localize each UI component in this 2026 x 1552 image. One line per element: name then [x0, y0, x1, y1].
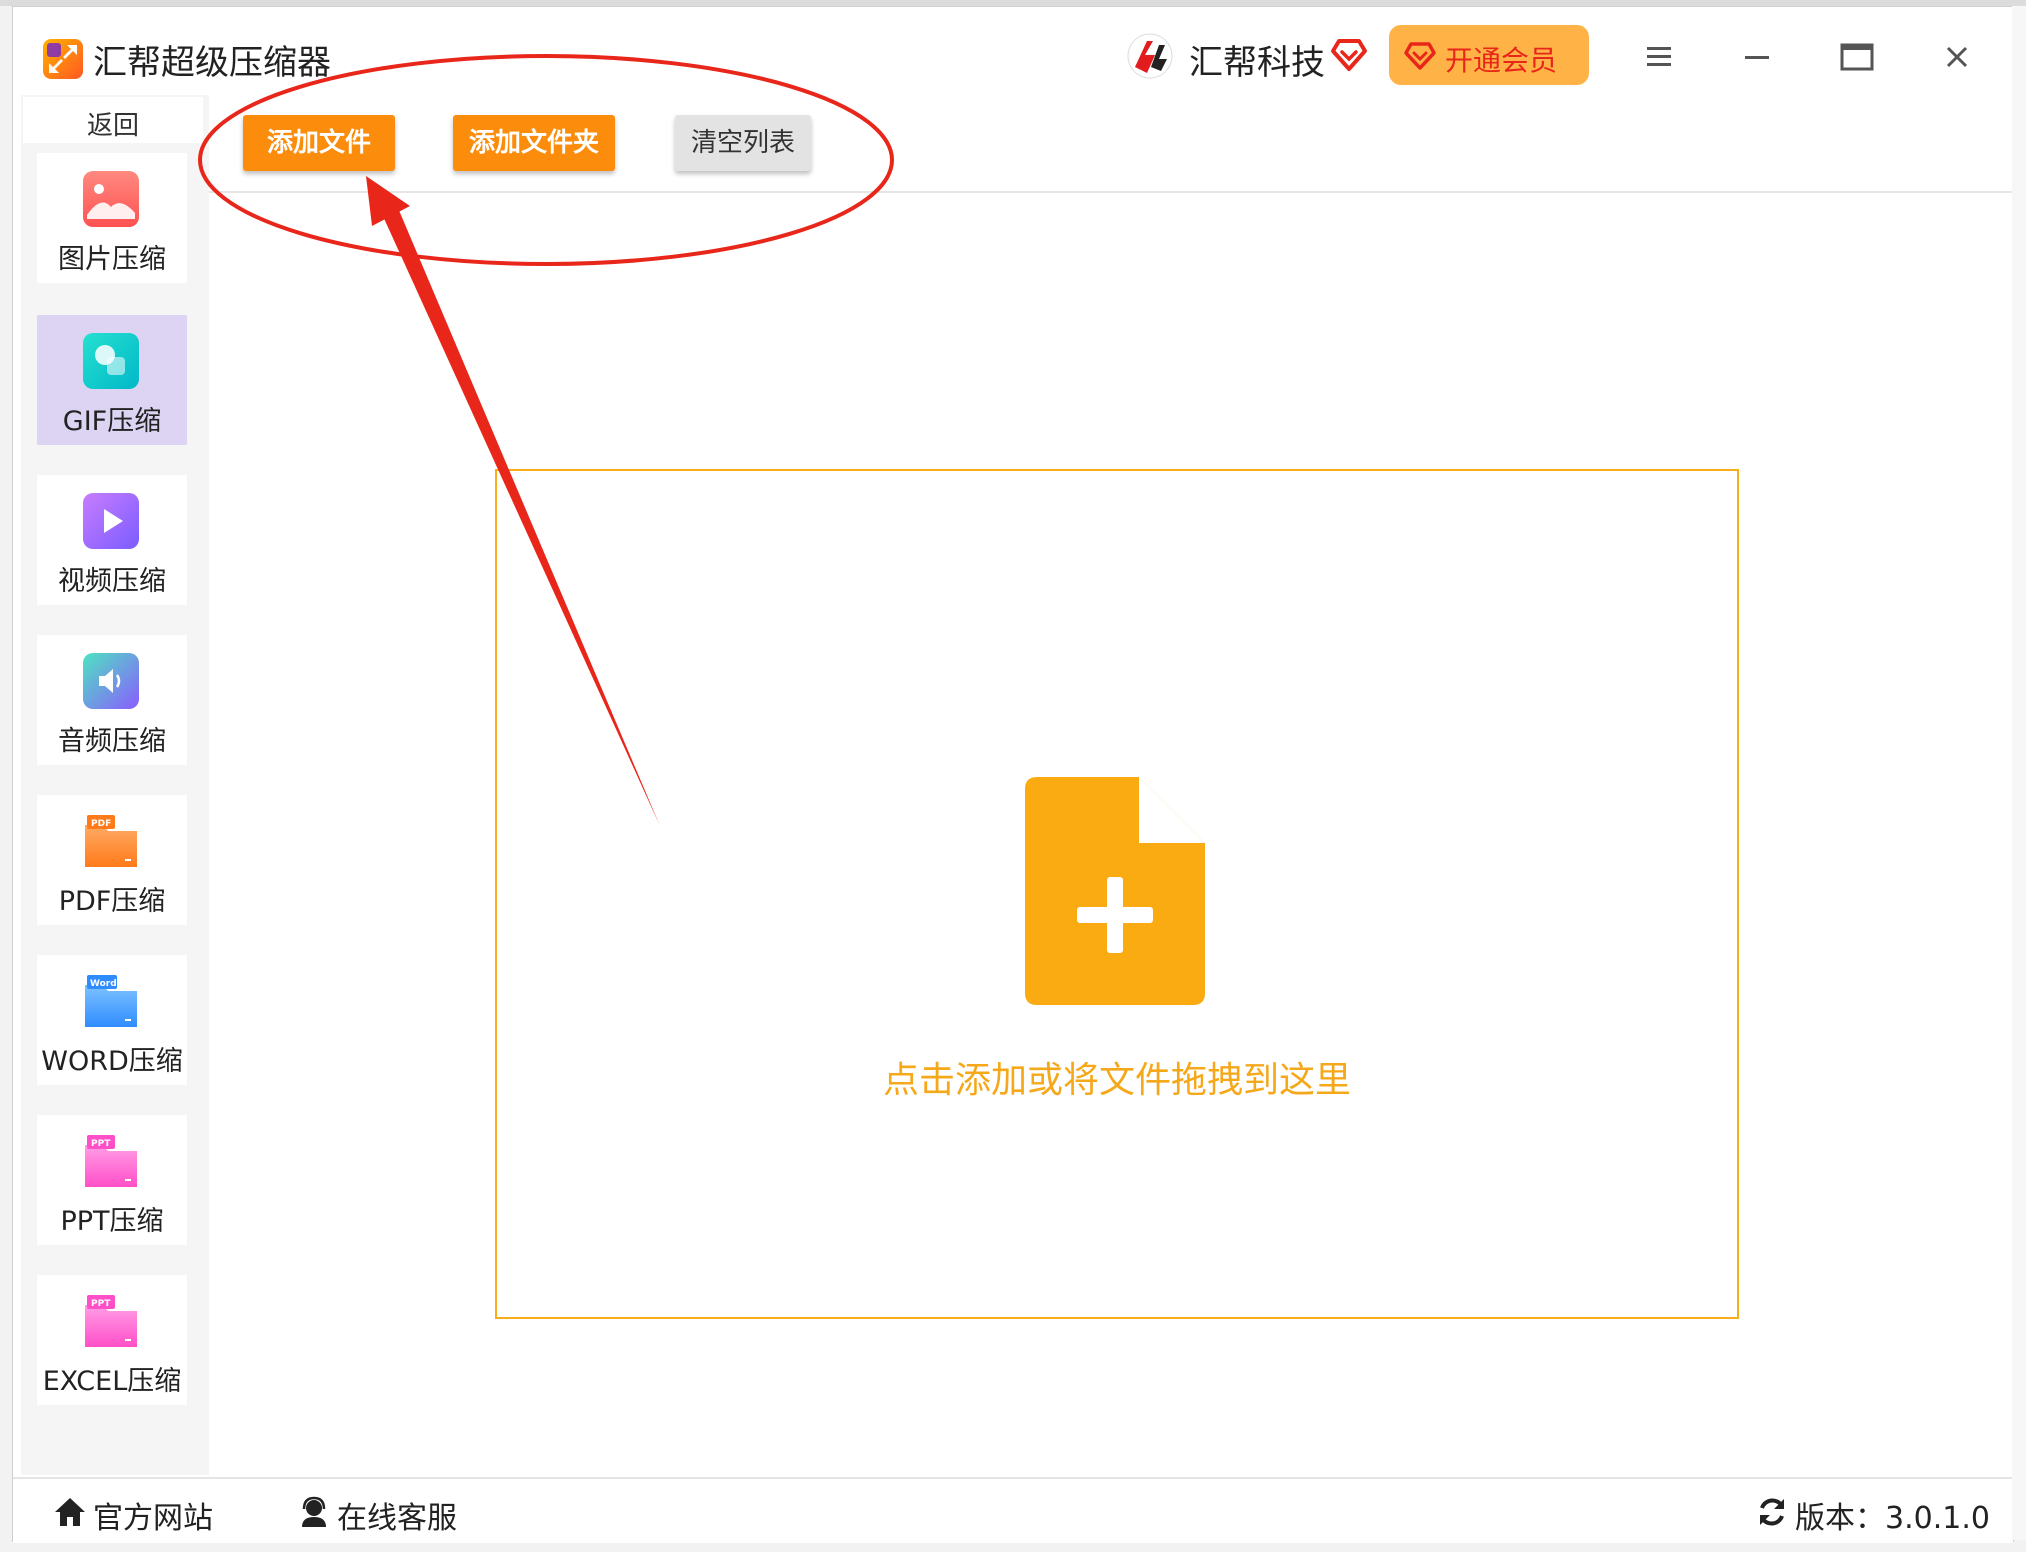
sidebar-item-word[interactable]: Word WORD压缩 [37, 955, 187, 1085]
maximize-icon[interactable] [1837, 37, 1877, 77]
open-vip-button[interactable]: 开通会员 [1389, 25, 1589, 85]
sidebar-item-label: WORD压缩 [41, 1046, 183, 1077]
sidebar-item-image[interactable]: 图片压缩 [37, 153, 187, 283]
sidebar-item-label: 音频压缩 [58, 726, 166, 757]
sidebar-item-label: PPT压缩 [60, 1206, 164, 1237]
version-label: 版本：3.0.1.0 [1795, 1501, 1990, 1536]
gif-icon [83, 333, 139, 389]
brand-name: 汇帮科技 [1189, 43, 1325, 83]
excel-icon: PPT [85, 1295, 137, 1347]
diamond-heart-icon [1331, 39, 1367, 71]
toolbar-divider [209, 191, 2013, 193]
app-title: 汇帮超级压缩器 [93, 43, 331, 83]
drop-zone[interactable]: 点击添加或将文件拖拽到这里 [495, 469, 1739, 1319]
audio-icon [83, 653, 139, 709]
pdf-badge: PDF [91, 819, 111, 829]
window-right-edge [2012, 6, 2026, 1540]
pdf-icon: PDF [85, 815, 137, 867]
ppt-badge: PPT [91, 1139, 111, 1149]
minimize-icon[interactable] [1737, 37, 1777, 77]
vip-diamond-icon [1404, 42, 1436, 70]
word-icon: Word [85, 975, 137, 1027]
brand-logo-icon [1127, 33, 1173, 79]
sidebar-item-label: PDF压缩 [58, 886, 166, 917]
website-label: 官方网站 [93, 1501, 213, 1536]
image-icon [83, 171, 139, 227]
back-button[interactable]: 返回 [23, 97, 203, 143]
sidebar-item-excel[interactable]: PPT EXCEL压缩 [37, 1275, 187, 1405]
sidebar-item-label: GIF压缩 [62, 406, 162, 437]
vip-label: 开通会员 [1445, 44, 1558, 77]
sidebar-item-gif[interactable]: GIF压缩 [37, 315, 187, 445]
app-logo-icon [43, 39, 83, 79]
menu-icon[interactable] [1639, 37, 1679, 77]
drop-zone-hint: 点击添加或将文件拖拽到这里 [882, 1060, 1351, 1101]
home-icon [55, 1498, 85, 1526]
video-icon [83, 493, 139, 549]
online-support-link[interactable]: 在线客服 [297, 1493, 467, 1536]
clear-list-button[interactable]: 清空列表 [675, 115, 811, 171]
sidebar [21, 95, 209, 1475]
close-icon[interactable] [1937, 37, 1977, 77]
title-bar: 汇帮超级压缩器 汇帮科技 开通会员 [13, 7, 2013, 107]
sidebar-item-audio[interactable]: 音频压缩 [37, 635, 187, 765]
excel-badge: PPT [91, 1299, 111, 1309]
headset-icon [302, 1496, 326, 1527]
official-website-link[interactable]: 官方网站 [53, 1493, 223, 1536]
add-file-button[interactable]: 添加文件 [243, 115, 395, 171]
add-folder-button[interactable]: 添加文件夹 [453, 115, 615, 171]
sidebar-item-pdf[interactable]: PDF PDF压缩 [37, 795, 187, 925]
word-badge: Word [90, 979, 117, 989]
sidebar-item-video[interactable]: 视频压缩 [37, 475, 187, 605]
refresh-icon [1760, 1498, 1784, 1526]
status-bar: 官方网站 在线客服 版本：3.0.1.0 [13, 1477, 2013, 1543]
app-window: 汇帮超级压缩器 汇帮科技 开通会员 返回 图片压缩 GIF压缩 视频压缩 音频压… [12, 6, 2014, 1543]
sidebar-item-label: 图片压缩 [58, 244, 166, 275]
back-label: 返回 [86, 111, 139, 141]
ppt-icon: PPT [85, 1135, 137, 1187]
sidebar-item-label: 视频压缩 [58, 566, 166, 597]
add-file-icon [1025, 777, 1205, 1005]
sidebar-item-label: EXCEL压缩 [42, 1366, 182, 1397]
sidebar-item-ppt[interactable]: PPT PPT压缩 [37, 1115, 187, 1245]
version-info[interactable]: 版本：3.0.1.0 [1755, 1493, 1990, 1536]
support-label: 在线客服 [337, 1501, 457, 1536]
